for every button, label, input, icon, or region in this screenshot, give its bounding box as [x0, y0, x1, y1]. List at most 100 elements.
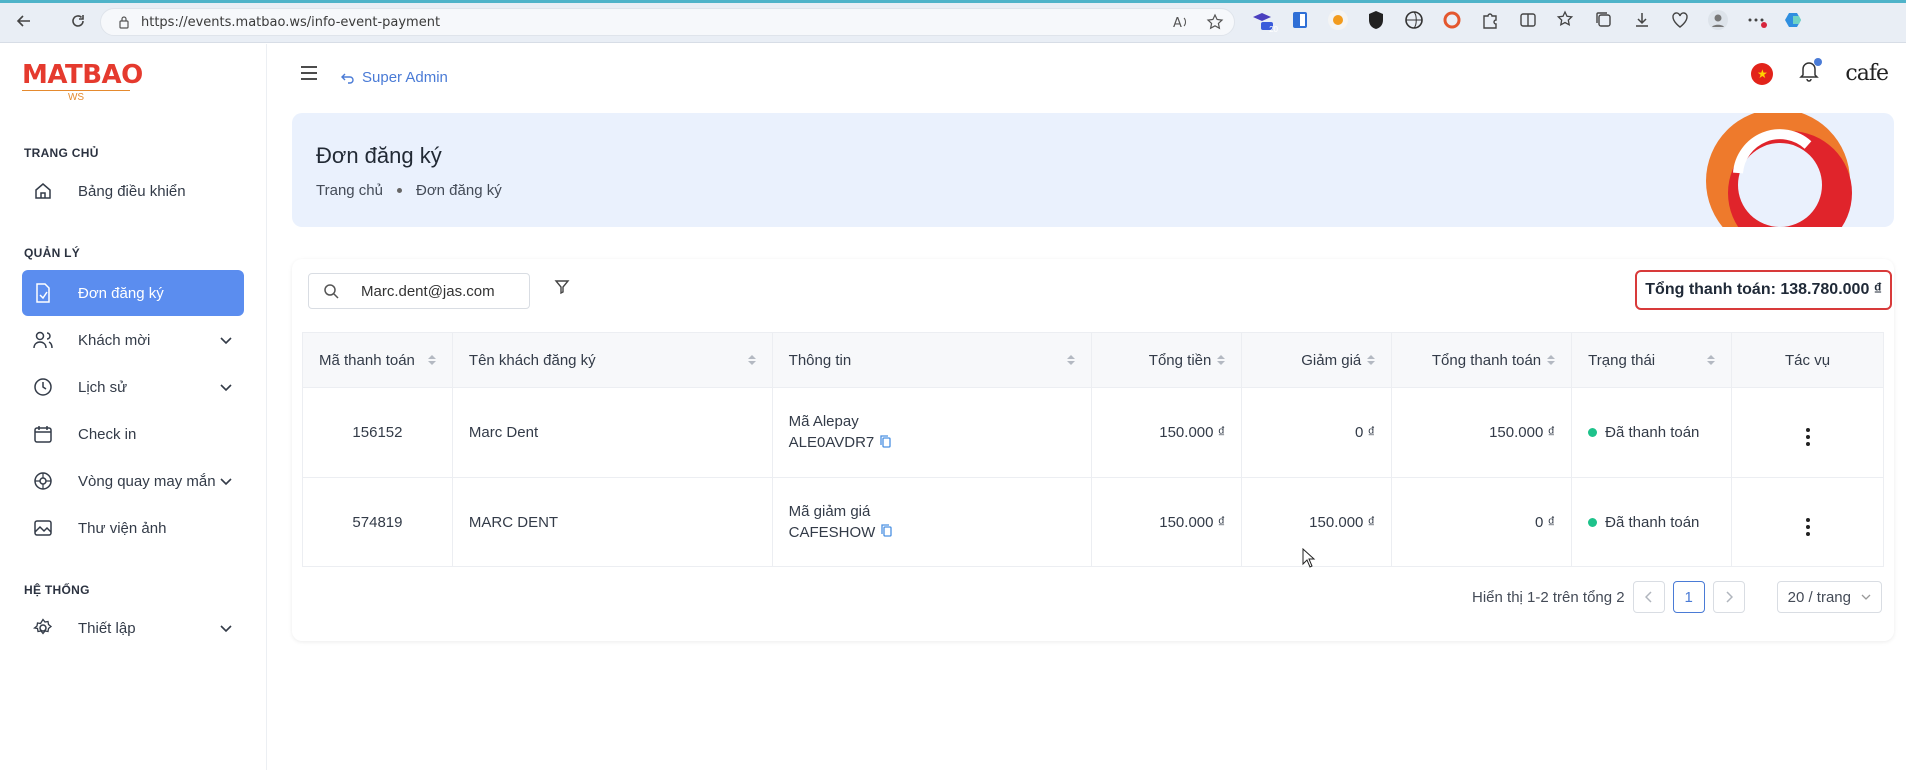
sidebar-item-history[interactable]: Lịch sử: [22, 364, 244, 410]
top-header: Super Admin ★ cafe: [268, 44, 1906, 108]
notification-dot: [1814, 58, 1823, 66]
profile-icon[interactable]: [1706, 8, 1730, 32]
more-actions-icon[interactable]: [1805, 517, 1810, 536]
section-label-manage: QUẢN LÝ: [24, 246, 81, 260]
column-header-total[interactable]: Tổng tiền: [1091, 332, 1242, 388]
favorite-star-icon[interactable]: [1206, 13, 1224, 36]
column-label: Tên khách đăng ký: [468, 351, 596, 369]
shield-extension-icon[interactable]: [1364, 8, 1388, 32]
sidebar-item-gallery[interactable]: Thư viện ảnh: [22, 505, 244, 551]
discount-cell: 0 ₫: [1241, 387, 1392, 478]
info-label: Mã Alepay: [788, 413, 859, 431]
favorites-icon[interactable]: [1554, 8, 1578, 32]
total-cell: 150.000 ₫: [1091, 387, 1242, 478]
refresh-icon[interactable]: [62, 5, 94, 37]
breadcrumb-home[interactable]: Trang chủ: [316, 182, 383, 199]
more-actions-icon[interactable]: [1805, 428, 1810, 446]
status-cell: Đã thanh toán: [1571, 387, 1732, 478]
payment-total-cell: 0 ₫: [1391, 477, 1572, 567]
home-icon: [32, 180, 54, 202]
back-icon[interactable]: [8, 5, 40, 37]
read-aloud-icon[interactable]: A: [1172, 13, 1190, 36]
table-header-row: Mã thanh toán Tên khách đăng ký Thông ti…: [302, 332, 1884, 388]
info-code: ALE0AVDR7: [788, 434, 875, 452]
graduation-cap-extension-icon[interactable]: 20: [1250, 8, 1278, 34]
notification-bell-icon[interactable]: [1799, 58, 1823, 87]
sidebar-item-settings[interactable]: Thiết lập: [22, 605, 244, 651]
page-number-button[interactable]: 1: [1672, 581, 1705, 613]
column-label: Trạng thái: [1588, 351, 1656, 369]
hamburger-menu-icon[interactable]: [300, 66, 318, 85]
collections-icon[interactable]: [1592, 8, 1616, 32]
user-avatar[interactable]: cafe: [1845, 61, 1889, 86]
copilot-icon[interactable]: [1782, 8, 1806, 32]
column-label: Thông tin: [788, 351, 852, 369]
sidebar-item-lucky-wheel[interactable]: Vòng quay may mắn: [22, 458, 244, 504]
column-header-payment-total[interactable]: Tổng thanh toán: [1391, 332, 1572, 388]
payment-id-cell: 574819: [302, 477, 453, 567]
search-input[interactable]: [361, 282, 511, 300]
super-admin-link[interactable]: Super Admin: [340, 69, 448, 86]
column-header-info[interactable]: Thông tin: [771, 332, 1092, 388]
address-bar[interactable]: https://events.matbao.ws/info-event-paym…: [100, 8, 1235, 36]
status-cell: Đã thanh toán: [1571, 477, 1732, 567]
chevron-down-icon: [220, 473, 232, 490]
sidebar-item-checkin[interactable]: Check in: [22, 411, 244, 457]
sidebar-item-dashboard[interactable]: Bảng điều khiển: [22, 168, 244, 214]
svg-text:A: A: [1173, 16, 1182, 31]
column-header-discount[interactable]: Giảm giá: [1241, 332, 1392, 388]
wheel-icon: [32, 470, 54, 492]
status-badge: Đã thanh toán: [1605, 513, 1700, 531]
copy-icon[interactable]: [880, 433, 891, 454]
downloads-icon[interactable]: [1630, 8, 1654, 32]
puzzle-extension-icon[interactable]: [1478, 8, 1502, 32]
filter-icon[interactable]: [554, 279, 570, 300]
heart-pulse-icon[interactable]: [1668, 8, 1692, 32]
prev-page-button[interactable]: [1632, 581, 1665, 613]
column-header-guest-name[interactable]: Tên khách đăng ký: [451, 332, 773, 388]
logo-text: MATBAO: [22, 60, 143, 90]
more-options-icon[interactable]: [1744, 8, 1768, 32]
search-box[interactable]: [308, 273, 530, 309]
sun-extension-icon[interactable]: [1326, 8, 1350, 32]
image-icon: [32, 517, 54, 539]
next-page-button[interactable]: [1712, 581, 1745, 613]
sidebar-item-registrations[interactable]: Đơn đăng ký: [22, 270, 244, 316]
copy-icon[interactable]: [881, 522, 892, 543]
sidebar-item-label: Bảng điều khiển: [78, 182, 186, 200]
split-screen-icon[interactable]: [1516, 8, 1540, 32]
page-size-select[interactable]: 20 / trang: [1776, 581, 1882, 613]
calendar-icon: [32, 423, 54, 445]
sidebar-item-guests[interactable]: Khách mời: [22, 317, 244, 363]
column-header-payment-id[interactable]: Mã thanh toán: [302, 332, 453, 388]
breadcrumb-separator: [396, 188, 402, 193]
document-icon: [32, 282, 54, 304]
status-dot: [1588, 517, 1598, 527]
logo[interactable]: MATBAO WS: [22, 62, 143, 103]
chevron-right-icon: [1726, 591, 1733, 603]
info-cell: Mã Alepay ALE0AVDR7: [771, 387, 1092, 478]
column-header-status[interactable]: Trạng thái: [1571, 332, 1732, 388]
logo-subtext: WS: [22, 90, 130, 103]
reader-extension-icon[interactable]: [1288, 8, 1312, 32]
page-size-value: 20 / trang: [1787, 588, 1851, 606]
breadcrumb-current: Đơn đăng ký: [415, 182, 502, 199]
globe-extension-icon[interactable]: [1402, 8, 1426, 32]
vietnam-flag-icon[interactable]: ★: [1751, 62, 1774, 85]
column-label: Tổng tiền: [1148, 351, 1212, 369]
extension-bar: 20: [1250, 8, 1806, 34]
sidebar-item-label: Lịch sử: [78, 378, 128, 396]
page-title: Đơn đăng ký: [316, 143, 442, 168]
sort-icon: [1707, 355, 1716, 365]
table-row: 156152 Marc Dent Mã Alepay ALE0AVDR7 150…: [302, 387, 1884, 478]
info-label: Mã giảm giá: [788, 502, 871, 520]
sort-icon: [1217, 355, 1226, 365]
super-admin-label: Super Admin: [362, 69, 448, 86]
sidebar-item-label: Vòng quay may mắn: [78, 472, 216, 490]
status-badge: Đã thanh toán: [1605, 424, 1700, 441]
actions-cell: [1731, 477, 1884, 567]
mouse-cursor-icon: [1302, 548, 1316, 568]
info-code: CAFESHOW: [788, 523, 876, 541]
return-arrow-icon: [341, 73, 354, 84]
ring-extension-icon[interactable]: [1440, 8, 1464, 32]
